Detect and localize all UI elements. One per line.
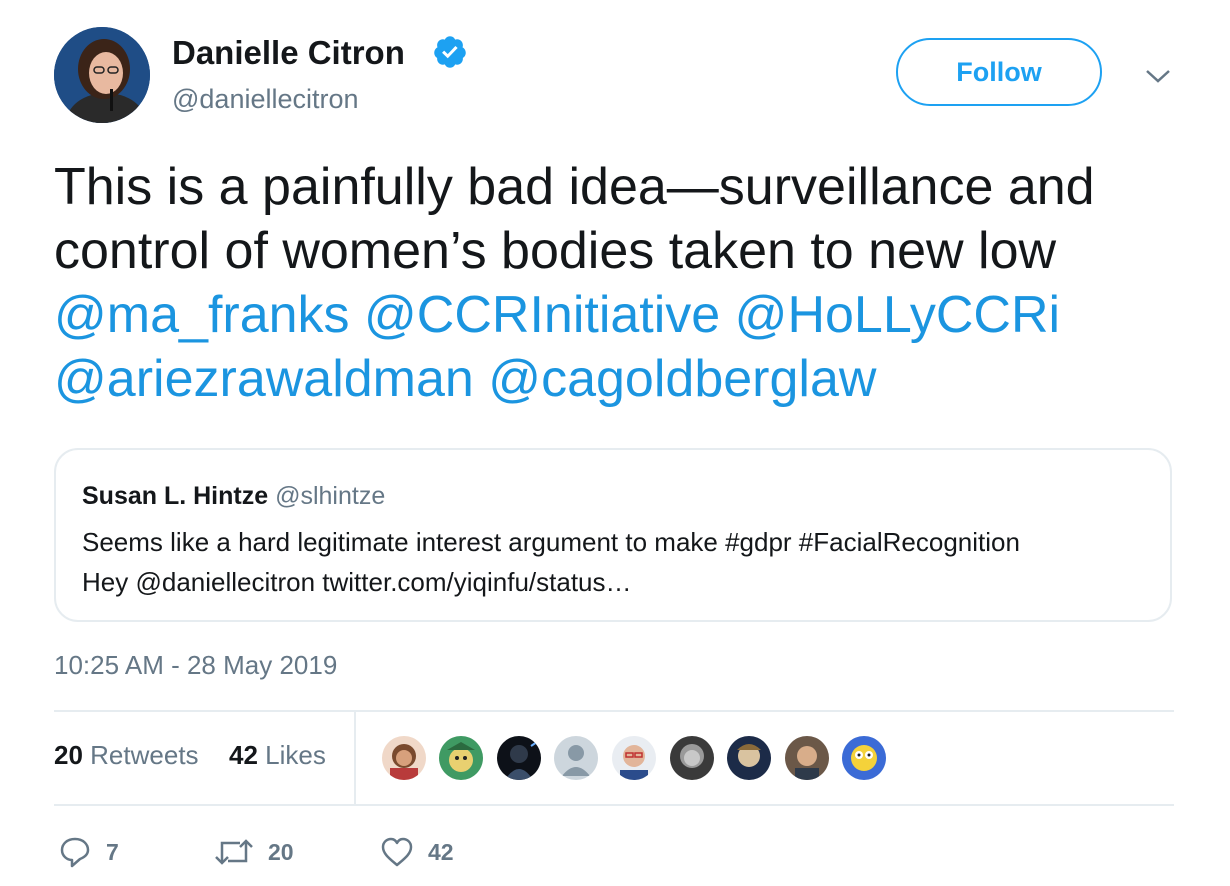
retweets-label: Retweets bbox=[90, 740, 199, 770]
quoted-tweet-card[interactable]: Susan L. Hintze @slhintze Seems like a h… bbox=[54, 448, 1172, 622]
mentions-line: @ma_franks @CCRInitiative @HoLLyCCRi bbox=[54, 283, 1204, 347]
tweet-text-line: control of women’s bodies taken to new l… bbox=[54, 222, 1057, 280]
mentions-line: @ariezrawaldman @cagoldberglaw bbox=[54, 347, 1204, 411]
mention-link[interactable]: @CCRInitiative bbox=[364, 286, 720, 344]
mention-link[interactable]: @HoLLyCCRi bbox=[735, 286, 1060, 344]
likes-count: 42 bbox=[229, 740, 258, 770]
reply-icon bbox=[60, 837, 90, 868]
reply-action[interactable]: 7 bbox=[58, 832, 119, 872]
author-name[interactable]: Danielle Citron bbox=[172, 34, 405, 72]
quoted-text-line: Seems like a hard legitimate interest ar… bbox=[82, 527, 1020, 557]
retweets-count: 20 bbox=[54, 740, 83, 770]
retweet-count: 20 bbox=[268, 838, 294, 865]
quoted-tweet-header: Susan L. Hintze @slhintze bbox=[82, 482, 385, 511]
mention-link[interactable]: @cagoldberglaw bbox=[488, 350, 876, 408]
reply-count: 7 bbox=[106, 838, 119, 865]
retweet-action[interactable]: 20 bbox=[214, 832, 294, 872]
tweet-text: This is a painfully bad idea—surveillanc… bbox=[54, 155, 1204, 411]
liker-avatar[interactable] bbox=[610, 734, 658, 782]
like-count: 42 bbox=[428, 838, 454, 865]
tweet-timestamp[interactable]: 10:25 AM - 28 May 2019 bbox=[54, 650, 337, 681]
follow-button[interactable]: Follow bbox=[896, 38, 1102, 106]
chevron-down-icon[interactable] bbox=[1144, 66, 1172, 86]
likes-stat[interactable]: 42 Likes bbox=[229, 740, 326, 771]
liker-avatar[interactable] bbox=[840, 734, 888, 782]
liker-avatar[interactable] bbox=[725, 734, 773, 782]
liker-avatar[interactable] bbox=[783, 734, 831, 782]
heart-icon bbox=[381, 837, 413, 867]
likes-label: Likes bbox=[265, 740, 326, 770]
quoted-text-line: Hey @daniellecitron twitter.com/yiqinfu/… bbox=[82, 567, 632, 597]
author-handle[interactable]: @daniellecitron bbox=[172, 84, 359, 115]
liker-avatar[interactable] bbox=[668, 734, 716, 782]
liker-avatar[interactable] bbox=[380, 734, 428, 782]
divider bbox=[54, 804, 1174, 806]
quoted-tweet-text: Seems like a hard legitimate interest ar… bbox=[82, 522, 1142, 602]
tweet-text-line: This is a painfully bad idea—surveillanc… bbox=[54, 158, 1095, 216]
mention-link[interactable]: @ariezrawaldman bbox=[54, 350, 474, 408]
quoted-author-handle: @slhintze bbox=[275, 482, 386, 510]
liker-avatar[interactable] bbox=[437, 734, 485, 782]
verified-badge-icon bbox=[434, 36, 466, 68]
retweet-icon bbox=[215, 839, 253, 865]
mention-link[interactable]: @ma_franks bbox=[54, 286, 350, 344]
like-action[interactable]: 42 bbox=[380, 832, 454, 872]
divider bbox=[354, 712, 356, 804]
author-avatar[interactable] bbox=[54, 27, 150, 123]
retweets-stat[interactable]: 20 Retweets bbox=[54, 740, 199, 771]
divider bbox=[54, 710, 1174, 712]
quoted-author-name: Susan L. Hintze bbox=[82, 482, 269, 510]
liker-avatar[interactable] bbox=[552, 734, 600, 782]
liker-avatar[interactable] bbox=[495, 734, 543, 782]
